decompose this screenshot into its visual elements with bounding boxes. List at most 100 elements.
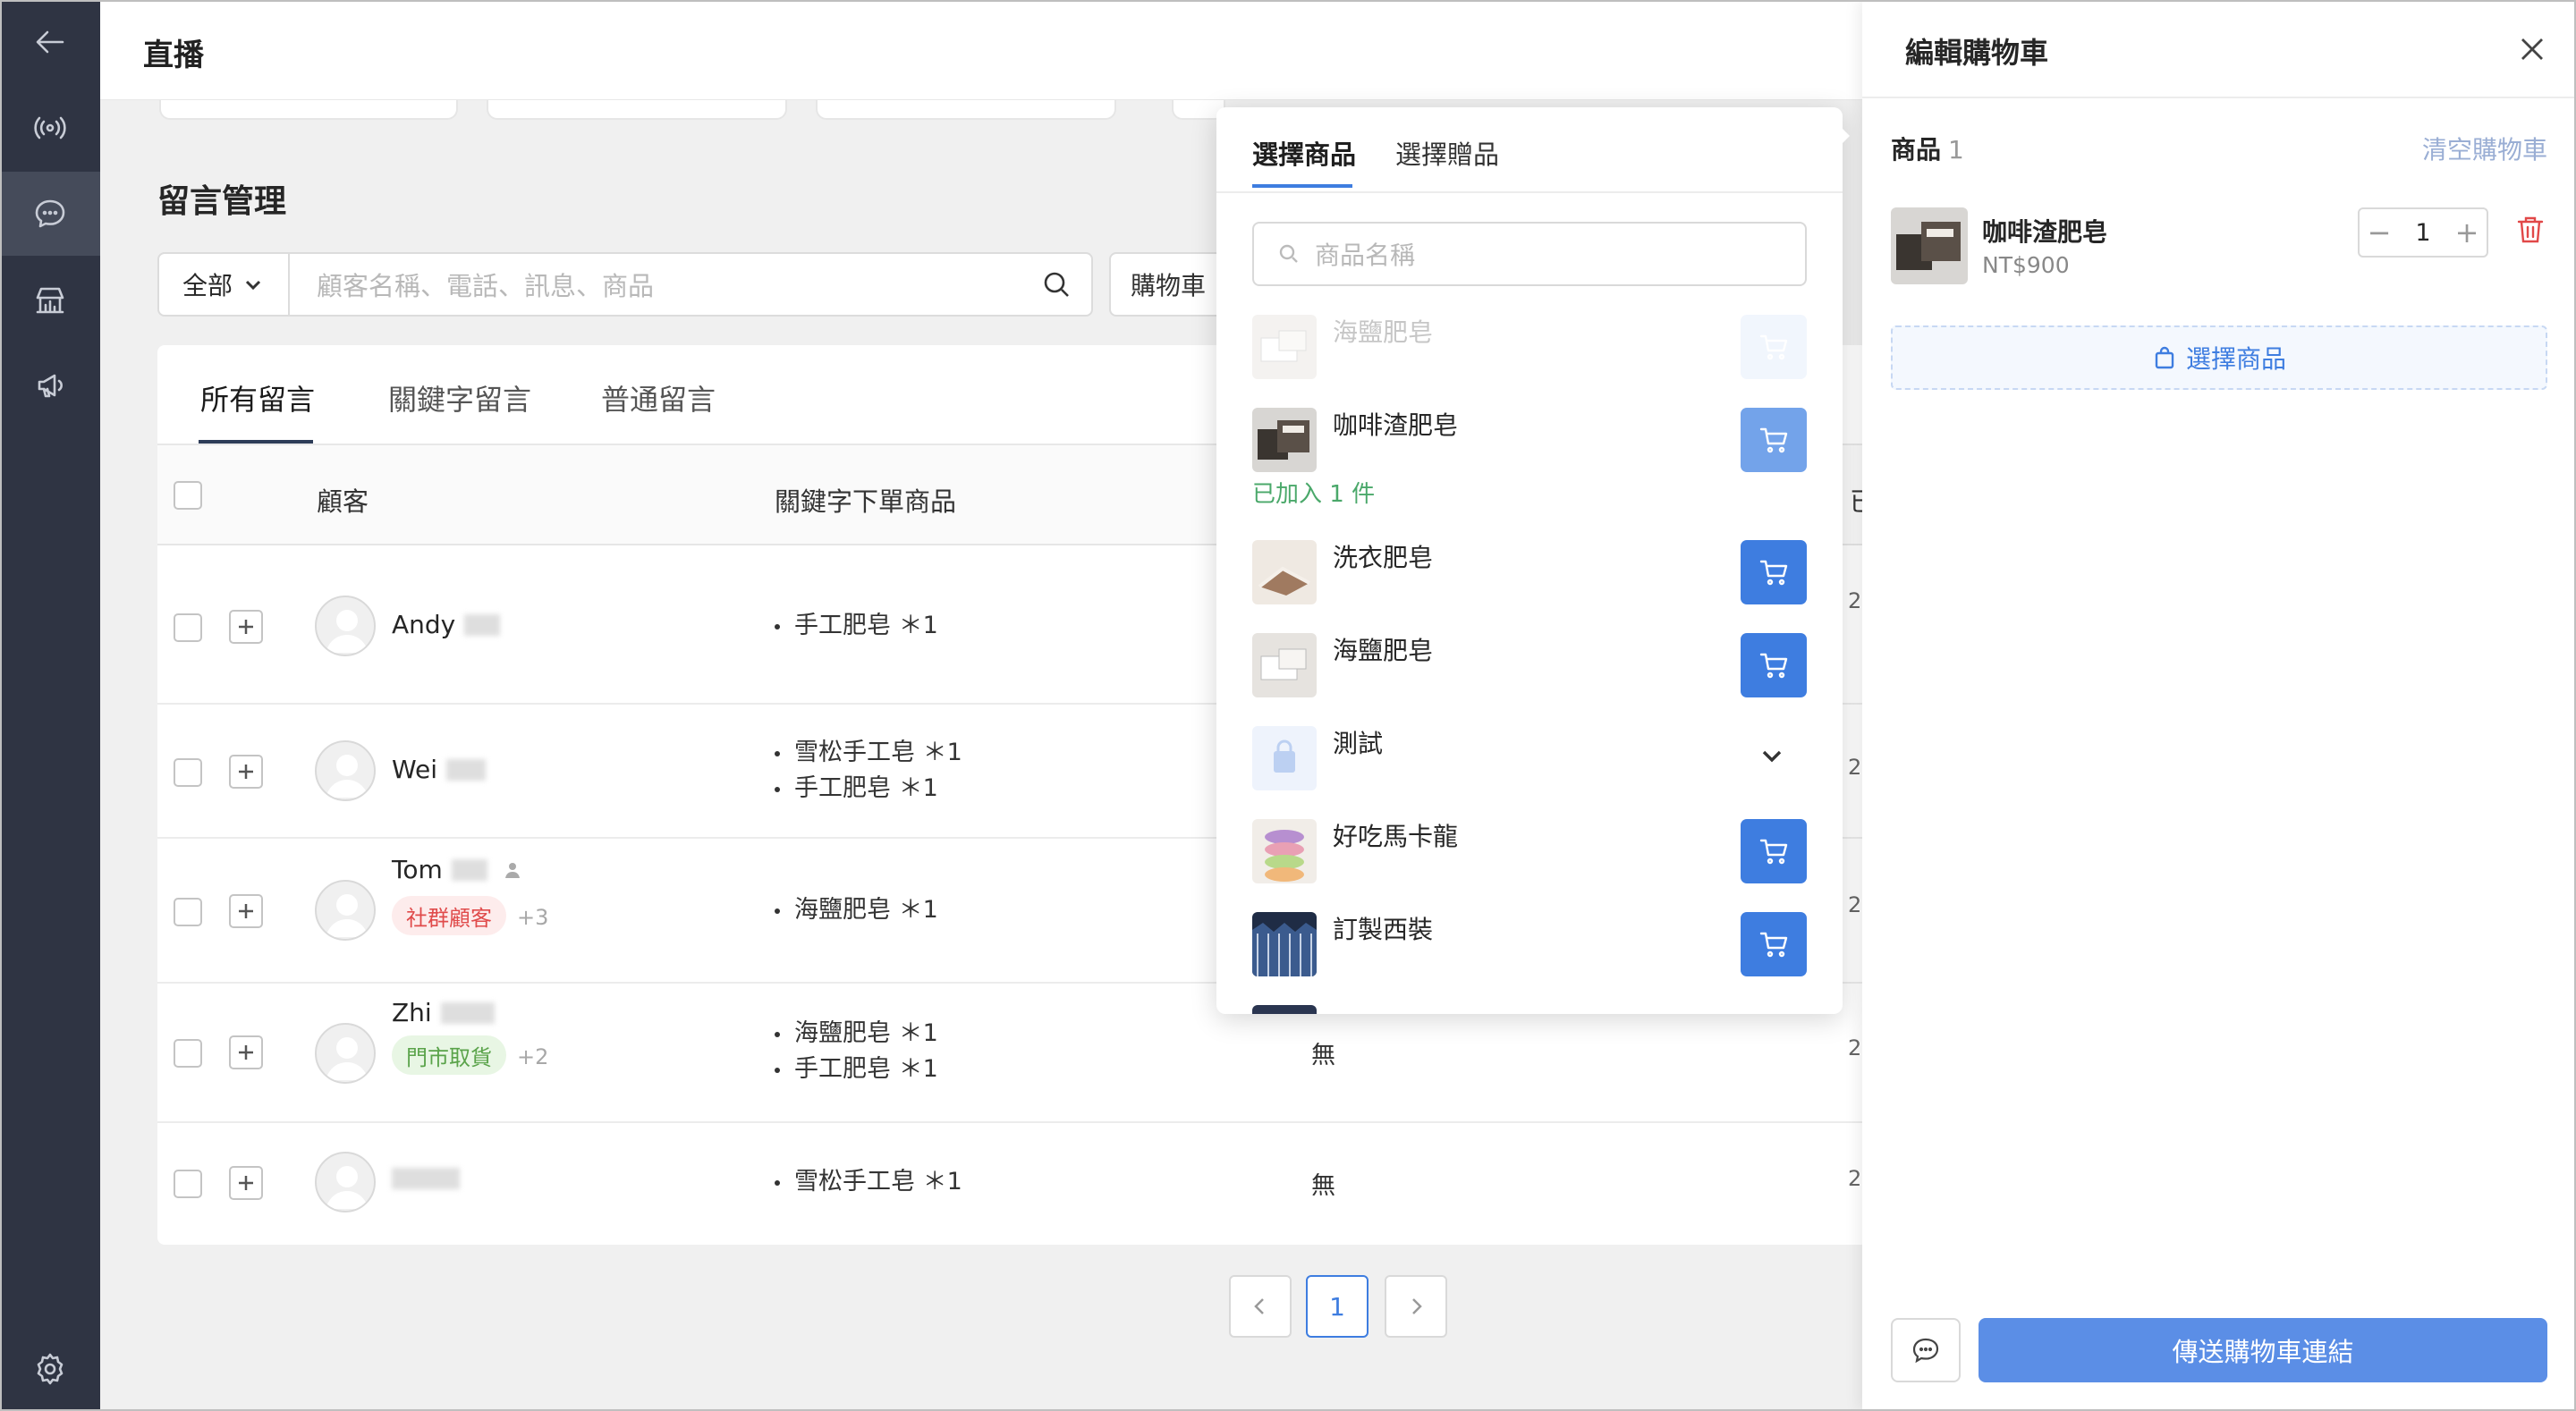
add-to-cart-button[interactable] xyxy=(1741,819,1807,883)
close-icon xyxy=(2521,38,2543,60)
quantity-value[interactable]: 1 xyxy=(2399,209,2447,256)
customer-name[interactable]: Wei xyxy=(392,755,487,784)
list-item: 雪松手工皂 ＊1 xyxy=(771,1164,962,1200)
sidebar-item-settings[interactable] xyxy=(0,1327,100,1411)
product-thumbnail xyxy=(1252,912,1317,976)
select-products-button[interactable]: 選擇商品 xyxy=(1891,325,2547,390)
cart-value: 無 xyxy=(1311,1042,1335,1069)
add-to-cart-button[interactable] xyxy=(1741,408,1807,472)
expand-row-button[interactable] xyxy=(229,755,263,789)
decrease-quantity-button[interactable]: − xyxy=(2360,209,2399,256)
avatar xyxy=(315,740,376,801)
edit-cart-drawer: 編輯購物車 商品 1 清空購物車 咖啡渣肥皂 NT$900 − 1 + 選擇商品 … xyxy=(1862,0,2576,1411)
customer-name[interactable]: Andy xyxy=(392,610,501,639)
expand-row-button[interactable] xyxy=(229,894,263,928)
message-button[interactable] xyxy=(1891,1318,1961,1382)
remove-item-button[interactable] xyxy=(2513,213,2547,247)
product-name: 海鹽肥皂 xyxy=(1333,317,1434,347)
back-button[interactable] xyxy=(0,0,100,84)
avatar xyxy=(315,596,376,656)
product-search-placeholder: 商品名稱 xyxy=(1315,241,1416,270)
cart-count: 1 xyxy=(1948,135,1964,165)
customer-tag: 社群顧客 xyxy=(392,896,506,935)
shopping-bag-icon xyxy=(2155,346,2174,369)
row-checkbox[interactable] xyxy=(174,898,202,926)
customer-tag: 門市取貨 xyxy=(392,1035,506,1075)
cart-icon xyxy=(1759,932,1788,958)
divider xyxy=(1216,191,1843,193)
close-drawer-button[interactable] xyxy=(2517,34,2547,64)
filter-select[interactable]: 全部 xyxy=(157,252,290,317)
tab-normal-comments[interactable]: 普通留言 xyxy=(601,377,716,418)
product-search-input[interactable]: 商品名稱 xyxy=(1252,222,1807,286)
next-page-button[interactable] xyxy=(1385,1275,1447,1338)
quantity-stepper: − 1 + xyxy=(2358,207,2488,258)
product-item[interactable]: 測試 xyxy=(1252,722,1807,790)
expand-row-button[interactable] xyxy=(229,1035,263,1069)
row-checkbox[interactable] xyxy=(174,1170,202,1198)
add-to-cart-button[interactable] xyxy=(1741,912,1807,976)
tag-more-count[interactable]: +3 xyxy=(517,905,548,930)
list-item: 手工肥皂 ＊1 xyxy=(771,771,962,807)
prev-page-button[interactable] xyxy=(1229,1275,1292,1338)
add-to-cart-button[interactable] xyxy=(1741,540,1807,604)
page-number-button[interactable]: 1 xyxy=(1306,1275,1368,1338)
plus-icon xyxy=(239,1176,253,1190)
product-thumbnail xyxy=(1252,315,1317,379)
stat-card xyxy=(487,100,787,120)
expand-variants-button[interactable] xyxy=(1757,740,1787,771)
plus-icon xyxy=(239,765,253,779)
tab-select-products[interactable]: 選擇商品 xyxy=(1252,134,1356,172)
product-item: 咖啡渣肥皂 xyxy=(1252,404,1807,472)
tab-keyword-comments[interactable]: 關鍵字留言 xyxy=(388,377,531,418)
section-title: 留言管理 xyxy=(157,183,287,220)
product-name: 好吃馬卡龍 xyxy=(1333,822,1459,851)
chevron-down-icon xyxy=(1762,750,1782,763)
product-thumbnail xyxy=(1252,633,1317,697)
keyword-items-list: 手工肥皂 ＊1 xyxy=(771,608,938,644)
cart-value: 無 xyxy=(1311,1172,1335,1200)
row-checkbox[interactable] xyxy=(174,758,202,787)
search-icon[interactable] xyxy=(1041,269,1072,300)
tag-more-count[interactable]: +2 xyxy=(517,1044,548,1069)
clear-cart-button[interactable]: 清空購物車 xyxy=(2422,131,2547,166)
plus-icon xyxy=(239,904,253,918)
table-row: 雪松手工皂 ＊1 無 2 xyxy=(157,1123,1868,1245)
select-all-checkbox[interactable] xyxy=(174,481,202,510)
gear-icon xyxy=(37,1353,64,1385)
customer-name[interactable] xyxy=(392,1168,460,1189)
sidebar-item-comments[interactable] xyxy=(0,172,100,256)
send-cart-link-button[interactable]: 傳送購物車連結 xyxy=(1979,1318,2547,1382)
partial-value: 2 xyxy=(1848,755,1862,780)
expand-row-button[interactable] xyxy=(229,610,263,644)
partial-value: 2 xyxy=(1848,1166,1862,1191)
increase-quantity-button[interactable]: + xyxy=(2447,209,2487,256)
tab-all-comments[interactable]: 所有留言 xyxy=(200,377,315,418)
sidebar-item-store[interactable] xyxy=(0,258,100,342)
product-item: 洗衣肥皂 xyxy=(1252,537,1807,604)
customer-name[interactable]: Tom xyxy=(392,855,523,884)
avatar xyxy=(315,880,376,941)
product-thumbnail xyxy=(1252,408,1317,472)
partial-value: 2 xyxy=(1848,588,1862,613)
partial-value: 2 xyxy=(1848,1035,1862,1060)
add-to-cart-button[interactable] xyxy=(1741,633,1807,697)
cart-icon xyxy=(1759,427,1788,453)
row-checkbox[interactable] xyxy=(174,1039,202,1068)
sidebar-item-marketing[interactable] xyxy=(0,343,100,427)
chevron-down-icon xyxy=(245,280,261,291)
product-name: 海鹽肥皂 xyxy=(1333,636,1434,665)
search-input[interactable]: 顧客名稱、電話、訊息、商品 xyxy=(288,252,1093,317)
cart-icon xyxy=(1759,839,1788,865)
column-customer: 顧客 xyxy=(317,486,369,517)
cart-filter-label: 購物車 xyxy=(1131,271,1207,300)
product-name: 測試 xyxy=(1333,729,1384,758)
customer-name[interactable]: Zhi xyxy=(392,998,495,1027)
expand-row-button[interactable] xyxy=(229,1166,263,1200)
add-to-cart-button[interactable] xyxy=(1741,315,1807,379)
tab-select-gifts[interactable]: 選擇贈品 xyxy=(1395,134,1499,172)
shopping-bag-icon xyxy=(1274,739,1295,773)
row-checkbox[interactable] xyxy=(174,613,202,642)
sidebar-item-live[interactable] xyxy=(0,86,100,170)
cart-items-label: 商品 1 xyxy=(1891,135,1964,165)
